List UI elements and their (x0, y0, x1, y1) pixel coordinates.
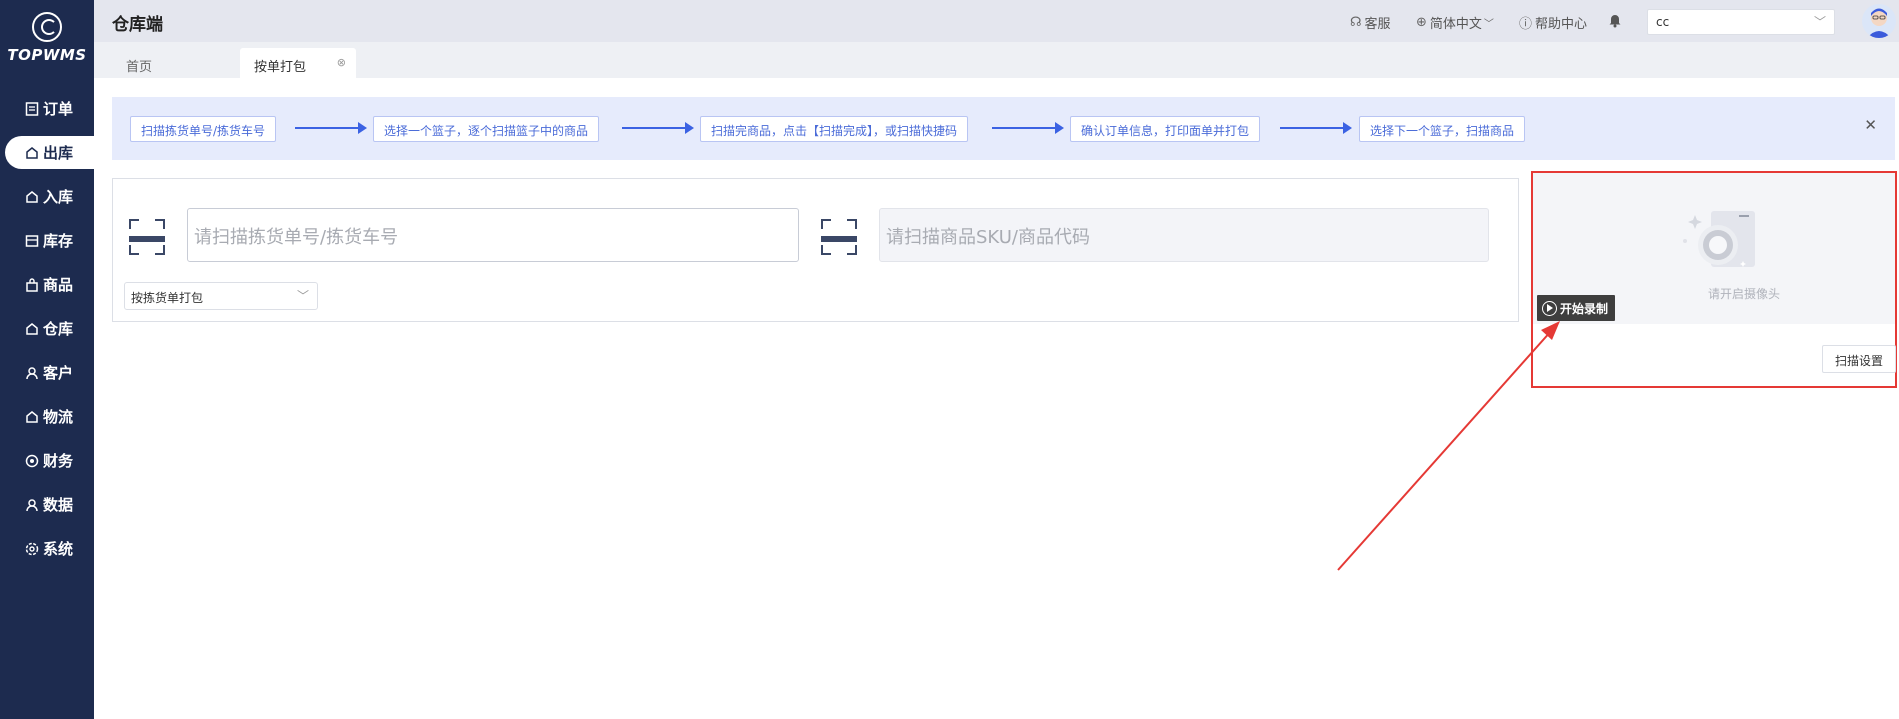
logistics-icon (24, 409, 39, 424)
step-2: 选择一个篮子，逐个扫描篮子中的商品 (373, 116, 600, 142)
sidebar-item-order[interactable]: 订单 (0, 92, 94, 125)
order-icon (24, 101, 39, 116)
system-icon (24, 541, 39, 556)
outbound-icon (24, 145, 39, 160)
data-icon (24, 497, 39, 512)
chevron-down-icon: ﹀ (296, 289, 309, 303)
sidebar-item-label: 入库 (43, 188, 74, 206)
sidebar-item-label: 财务 (43, 452, 74, 470)
sidebar: TOPWMS 订单 出库 入库 库存 商品 仓库 客户 物流 财务 数据 系统 (0, 0, 94, 719)
step-3: 扫描完商品，点击【扫描完成】，或扫描快捷码 (700, 116, 969, 142)
sidebar-item-logistics[interactable]: 物流 (0, 400, 94, 433)
pick-order-scan-input[interactable]: 请扫描拣货单号/拣货车号 (187, 208, 799, 262)
start-recording-label: 开始录制 (1560, 301, 1609, 316)
step-5: 选择下一个篮子，扫描商品 (1359, 116, 1526, 142)
sidebar-item-inventory[interactable]: 库存 (0, 224, 94, 257)
scan-settings-button[interactable]: 扫描设置 (1822, 345, 1896, 373)
avatar-icon (1867, 8, 1891, 38)
chevron-down-icon: ﹀ (1813, 15, 1826, 29)
sidebar-item-label: 系统 (43, 540, 74, 558)
close-icon[interactable]: ✕ (1864, 116, 1877, 134)
help-center-link[interactable]: ⓘ 帮助中心 (1519, 13, 1587, 32)
sidebar-item-label: 客户 (43, 364, 74, 382)
sidebar-item-label: 库存 (43, 232, 74, 250)
user-select[interactable]: cc ﹀ (1647, 9, 1835, 35)
sidebar-item-label: 订单 (43, 100, 74, 118)
logo-icon (32, 12, 62, 42)
scan-icon (821, 219, 857, 255)
pack-mode-select[interactable]: 按拣货单打包 ﹀ (124, 282, 318, 310)
camera-panel: 请开启摄像头 开始录制 扫描设置 (1531, 171, 1897, 388)
tab-bar: 首页 按单打包 ⊗ (94, 42, 1899, 78)
warehouse-icon (24, 321, 39, 336)
sidebar-item-inbound[interactable]: 入库 (0, 180, 94, 213)
inventory-icon (24, 233, 39, 248)
tab-label: 首页 (126, 60, 153, 75)
arrow-right-icon (622, 122, 694, 134)
goods-icon (24, 277, 39, 292)
arrow-right-icon (1280, 122, 1352, 134)
sidebar-item-finance[interactable]: 财务 (0, 444, 94, 477)
arrow-right-icon (992, 122, 1064, 134)
sidebar-item-label: 物流 (43, 408, 74, 426)
tab-pack-by-order[interactable]: 按单打包 ⊗ (240, 48, 356, 78)
sidebar-item-label: 出库 (43, 144, 74, 162)
headset-icon: ☊ (1350, 15, 1362, 30)
customer-service-label: 客服 (1364, 17, 1391, 32)
tab-label: 按单打包 (254, 60, 307, 75)
camera-view: 请开启摄像头 开始录制 (1533, 173, 1895, 324)
sku-scan-input[interactable]: 请扫描商品SKU/商品代码 (879, 208, 1489, 262)
sidebar-item-warehouse[interactable]: 仓库 (0, 312, 94, 345)
pack-mode-value: 按拣货单打包 (131, 291, 204, 305)
sidebar-item-goods[interactable]: 商品 (0, 268, 94, 301)
logo-text: TOPWMS (7, 46, 87, 64)
customer-service-link[interactable]: ☊ 客服 (1350, 13, 1391, 32)
customer-icon (24, 365, 39, 380)
help-icon: ⓘ (1519, 17, 1533, 32)
logo: TOPWMS (0, 12, 94, 64)
steps-banner: 扫描拣货单号/拣货车号 选择一个篮子，逐个扫描篮子中的商品 扫描完商品，点击【扫… (112, 97, 1895, 160)
language-label: 简体中文 (1429, 17, 1482, 32)
chevron-down-icon: ﹀ (1483, 19, 1494, 30)
camera-icon (1683, 211, 1755, 267)
sidebar-item-label: 商品 (43, 276, 74, 294)
scan-panel: 请扫描拣货单号/拣货车号 请扫描商品SKU/商品代码 按拣货单打包 ﹀ (112, 178, 1519, 322)
finance-icon (24, 453, 39, 468)
close-icon[interactable]: ⊗ (337, 56, 346, 69)
globe-icon: ⊕ (1416, 15, 1427, 30)
sidebar-nav: 订单 出库 入库 库存 商品 仓库 客户 物流 财务 数据 系统 (0, 92, 94, 576)
help-center-label: 帮助中心 (1535, 17, 1588, 32)
user-select-value: cc (1656, 15, 1670, 29)
sidebar-item-label: 仓库 (43, 320, 74, 338)
sidebar-item-outbound[interactable]: 出库 (5, 136, 94, 169)
notification-bell[interactable] (1608, 12, 1622, 32)
scan-icon (129, 219, 165, 255)
avatar[interactable] (1862, 4, 1896, 38)
bell-icon (1608, 12, 1622, 32)
arrow-right-icon (295, 122, 367, 134)
play-icon (1542, 300, 1557, 316)
sidebar-item-customer[interactable]: 客户 (0, 356, 94, 389)
language-select[interactable]: ⊕ 简体中文 ﹀ (1416, 13, 1497, 32)
step-1: 扫描拣货单号/拣货车号 (130, 116, 277, 142)
sidebar-item-data[interactable]: 数据 (0, 488, 94, 521)
sidebar-item-label: 数据 (43, 496, 74, 514)
tab-home[interactable]: 首页 (112, 48, 232, 78)
top-header: 仓库端 ☊ 客服 ⊕ 简体中文 ﹀ ⓘ 帮助中心 cc ﹀ (94, 0, 1899, 42)
inbound-icon (24, 189, 39, 204)
app-title: 仓库端 (112, 15, 163, 35)
step-4: 确认订单信息，打印面单并打包 (1070, 116, 1261, 142)
start-recording-button[interactable]: 开始录制 (1537, 295, 1616, 321)
sidebar-item-system[interactable]: 系统 (0, 532, 94, 565)
